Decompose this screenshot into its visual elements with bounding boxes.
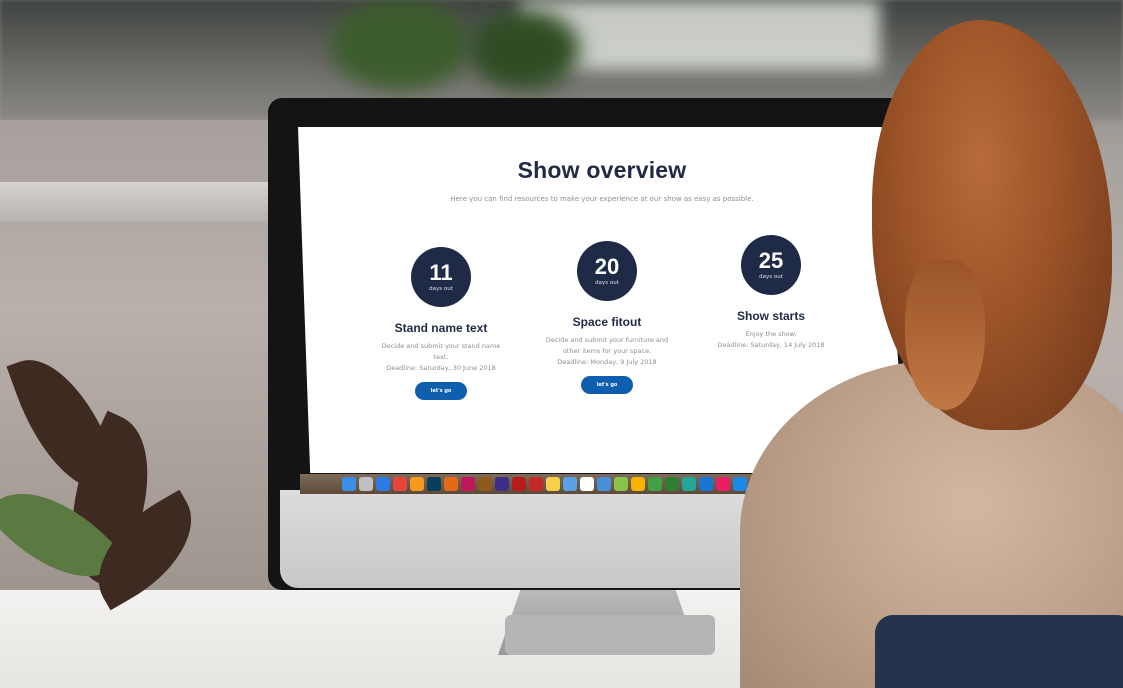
page-title: Show overview [517,157,687,183]
after-effects-icon[interactable] [495,477,509,491]
step-deadline: Deadline: Saturday, 14 July 2018 [717,341,825,349]
keynote-icon[interactable] [699,477,713,491]
step-card-space-fitout: 20 days out Space fitout Decide and subm… [532,241,682,394]
step-title: Show starts [736,309,805,323]
imac-chin [280,490,758,588]
acrobat-icon[interactable] [512,477,526,491]
photoshop-icon[interactable] [427,477,441,491]
acrobat-icon[interactable] [529,477,543,491]
step-description: Decide and submit your stand name text. [381,342,501,361]
firefox-icon[interactable] [410,477,424,491]
step-deadline: Deadline: Monday, 9 July 2018 [557,358,657,366]
days-number: 25 [758,248,784,273]
app-store-icon[interactable] [733,477,747,491]
days-caption: days out [429,286,453,292]
indesign-icon[interactable] [461,477,475,491]
launchpad-icon[interactable] [359,477,373,491]
photo-background: Show overview Here you can find resource… [0,0,1123,688]
facetime-icon[interactable] [665,477,679,491]
messages-icon[interactable] [648,477,662,491]
person-braid [905,260,985,410]
step-card-show-starts: 25 days out Show starts Enjoy the show. … [696,235,846,351]
days-out-badge: 20 days out [577,241,637,301]
blurred-plant [470,10,580,90]
maps-icon[interactable] [614,477,628,491]
chrome-icon[interactable] [393,477,407,491]
step-description: Decide and submit your furniture and oth… [545,336,669,355]
step-deadline: Deadline: Saturday, 30 June 2018 [386,364,496,372]
days-caption: days out [595,280,619,286]
blurred-plant [330,0,470,90]
photos-icon[interactable] [631,477,645,491]
days-number: 11 [429,260,453,285]
imac-stand-base [505,615,715,655]
numbers-icon[interactable] [682,477,696,491]
lets-go-button[interactable]: let's go [414,382,468,400]
office-chair [875,615,1123,688]
days-number: 20 [594,254,620,279]
step-title: Space fitout [572,315,642,329]
page-subtitle: Here you can find resources to make your… [450,195,754,203]
notes-icon[interactable] [546,477,560,491]
itunes-icon[interactable] [716,477,730,491]
bridge-icon[interactable] [478,477,492,491]
days-out-badge: 11 days out [411,247,471,307]
illustrator-icon[interactable] [444,477,458,491]
safari-icon[interactable] [376,477,390,491]
calendar-icon[interactable] [580,477,594,491]
lets-go-button[interactable]: let's go [580,376,634,394]
finder-icon[interactable] [342,477,356,491]
step-description: Enjoy the show. [745,330,797,338]
folder-icon[interactable] [597,477,611,491]
step-card-stand-name: 11 days out Stand name text Decide and s… [366,247,516,400]
days-out-badge: 25 days out [741,235,801,295]
preview-icon[interactable] [563,477,577,491]
step-title: Stand name text [394,321,488,335]
days-caption: days out [759,274,783,280]
